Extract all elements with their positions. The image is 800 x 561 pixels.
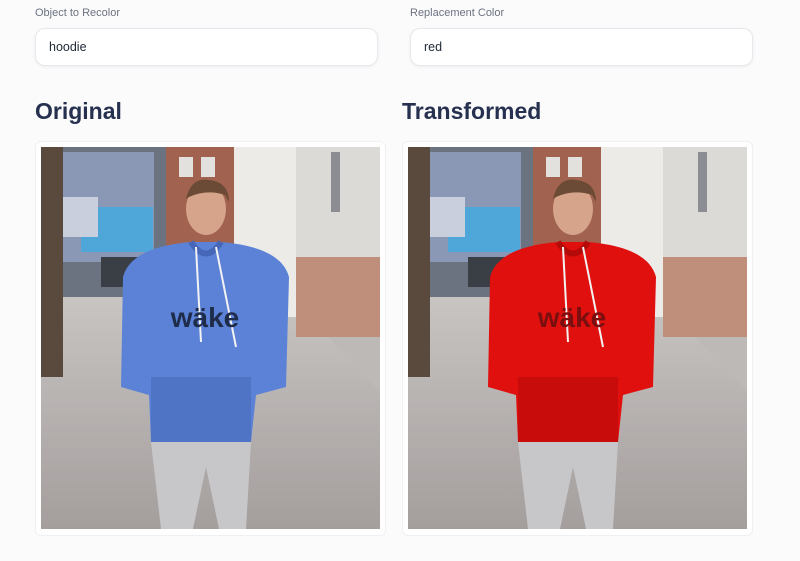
original-image: wäke — [41, 147, 380, 529]
transformed-image: wäke — [408, 147, 747, 529]
object-to-recolor-input[interactable] — [35, 28, 378, 66]
replacement-color-label: Replacement Color — [410, 7, 505, 19]
original-hoodie-print: wäke — [170, 302, 240, 333]
object-to-recolor-label: Object to Recolor — [35, 7, 120, 19]
replacement-color-input[interactable] — [410, 28, 753, 66]
original-heading: Original — [35, 98, 122, 124]
transformed-heading: Transformed — [402, 98, 542, 124]
transformed-hoodie-print: wäke — [537, 302, 607, 333]
